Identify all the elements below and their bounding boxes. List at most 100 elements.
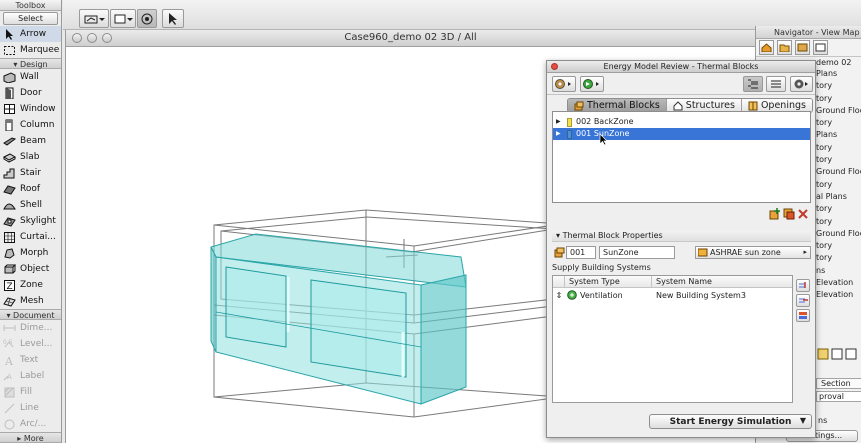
drawing-method-button[interactable] <box>79 9 109 28</box>
disclosure-triangle-icon[interactable]: ▶ <box>556 128 564 140</box>
disclosure-triangle-icon[interactable]: ▶ <box>556 116 564 128</box>
navigator-section-field[interactable]: Section <box>816 378 861 389</box>
expand-arrows-icon[interactable]: ⇕ <box>553 291 565 300</box>
tool-level-dimension[interactable]: 0.5 Level... <box>0 336 61 352</box>
tool-door[interactable]: Door <box>0 85 61 101</box>
tool-stair[interactable]: Stair <box>0 165 61 181</box>
svg-text:Z: Z <box>7 282 13 291</box>
block-type-icon <box>554 247 565 258</box>
tool-skylight[interactable]: Skylight <box>0 213 61 229</box>
curtain-wall-icon-wrap <box>3 231 16 243</box>
toolbox-more-header[interactable]: ▸ More <box>0 432 61 443</box>
window-icon <box>4 104 15 114</box>
tool-object[interactable]: Object <box>0 261 61 277</box>
energy-close-button[interactable] <box>551 63 558 70</box>
new-thermal-block-button[interactable] <box>769 208 781 220</box>
tool-window[interactable]: Window <box>0 101 61 117</box>
line-icon-wrap <box>3 402 16 414</box>
object-icon-wrap <box>3 263 16 275</box>
operation-profile-dropdown[interactable]: ASHRAE sun zone ▸ <box>695 246 811 259</box>
polyline-method-icon <box>84 15 105 23</box>
thermal-block-list[interactable]: ▶ 002 BackZone ▶ 001 SunZone <box>552 111 811 203</box>
system-row[interactable]: ⇕ Ventilation New Building System3 <box>553 288 792 302</box>
remove-system-button[interactable] <box>796 294 810 307</box>
navigator-project-map-button[interactable] <box>759 40 774 55</box>
tool-label[interactable]: A Label <box>0 368 61 384</box>
book-icon <box>797 43 808 52</box>
energy-settings-dropdown[interactable] <box>552 76 576 92</box>
supply-systems-label: Supply Building Systems <box>552 263 651 272</box>
tool-roof[interactable]: Roof <box>0 181 61 197</box>
tool-label: Curtai... <box>20 232 56 242</box>
list-view-button[interactable] <box>766 76 786 92</box>
orbit-button[interactable] <box>137 9 157 28</box>
tool-text[interactable]: A Text <box>0 352 61 368</box>
column-icon <box>5 119 13 131</box>
thermal-block-row[interactable]: ▶ 002 BackZone <box>553 116 810 128</box>
text-icon-wrap: A <box>3 354 16 366</box>
dropdown-arrow-icon: ▼ <box>799 416 806 425</box>
system-type-cell: Ventilation <box>565 290 652 300</box>
navigator-publisher-button[interactable] <box>813 40 828 55</box>
tool-morph[interactable]: Morph <box>0 245 61 261</box>
thermal-block-properties-header[interactable]: ▾ Thermal Block Properties <box>552 230 811 242</box>
geometry-method-button[interactable] <box>110 9 136 28</box>
pointer-button[interactable] <box>162 9 184 28</box>
navigator-action-icons[interactable] <box>816 348 860 360</box>
merge-thermal-block-button[interactable] <box>783 208 795 220</box>
folder-icon <box>779 44 790 52</box>
tree-view-button[interactable] <box>743 76 763 92</box>
tool-dimension[interactable]: Dime... <box>0 320 61 336</box>
structure-icon <box>673 100 683 110</box>
tool-label: Stair <box>20 168 41 178</box>
svg-text:0.5: 0.5 <box>3 339 13 346</box>
block-id-field[interactable]: 001 <box>566 246 596 259</box>
tool-fill[interactable]: Fill <box>0 384 61 400</box>
tool-arrow[interactable]: Arrow <box>0 26 61 42</box>
tool-curtain-wall[interactable]: Curtai... <box>0 229 61 245</box>
tool-shell[interactable]: Shell <box>0 197 61 213</box>
navigator-approval-field[interactable]: proval <box>816 391 861 402</box>
object-icon <box>4 264 16 274</box>
dropdown-arrow-icon: ▸ <box>803 248 807 256</box>
zone-icon: Z <box>4 280 15 291</box>
tool-arc[interactable]: Arc/... <box>0 416 61 432</box>
navigator-row-label: Plans <box>816 130 838 140</box>
skylight-icon-wrap <box>3 215 16 227</box>
block-name-field[interactable]: SunZone <box>599 246 675 259</box>
system-settings-button[interactable] <box>796 309 810 322</box>
thermal-block-row[interactable]: ▶ 001 SunZone <box>553 128 810 140</box>
col-system-type[interactable]: System Type <box>565 276 652 287</box>
navigator-view-map-button[interactable] <box>777 40 792 55</box>
tool-slab[interactable]: Slab <box>0 149 61 165</box>
tool-mesh[interactable]: Mesh <box>0 293 61 309</box>
system-name-label: New Building System3 <box>656 290 746 300</box>
tool-beam[interactable]: Beam <box>0 133 61 149</box>
slab-icon-wrap <box>3 151 16 163</box>
energy-refresh-dropdown[interactable] <box>580 76 604 92</box>
design-header-label: Design <box>19 60 48 69</box>
tool-label: Arc/... <box>20 419 47 429</box>
options-dropdown[interactable] <box>790 76 813 92</box>
properties-header-label: Thermal Block Properties <box>562 231 663 240</box>
wall-icon-wrap <box>3 71 16 83</box>
start-energy-simulation-button[interactable]: Start Energy Simulation ▼ <box>649 414 812 429</box>
tool-label: Shell <box>20 200 42 210</box>
energy-settings-icon <box>555 79 571 89</box>
tool-zone[interactable]: Z Zone <box>0 277 61 293</box>
add-system-button[interactable] <box>796 279 810 292</box>
tab-thermal-blocks-label: Thermal Blocks <box>587 100 660 111</box>
tool-column[interactable]: Column <box>0 117 61 133</box>
navigator-layout-book-button[interactable] <box>795 40 810 55</box>
tool-line[interactable]: Line <box>0 400 61 416</box>
toolbox-design-header[interactable]: ▾ Design <box>0 58 61 69</box>
col-system-name[interactable]: System Name <box>652 276 792 287</box>
toolbox-select-header[interactable]: Select <box>3 12 58 25</box>
delete-thermal-block-button[interactable] <box>797 208 809 220</box>
fill-icon-wrap <box>3 386 16 398</box>
toolbox-document-header[interactable]: ▾ Document <box>0 309 61 320</box>
navigator-row-label: Elevation <box>816 278 854 288</box>
tool-label: Beam <box>20 136 46 146</box>
tool-marquee[interactable]: Marquee <box>0 42 61 58</box>
tool-wall[interactable]: Wall <box>0 69 61 85</box>
